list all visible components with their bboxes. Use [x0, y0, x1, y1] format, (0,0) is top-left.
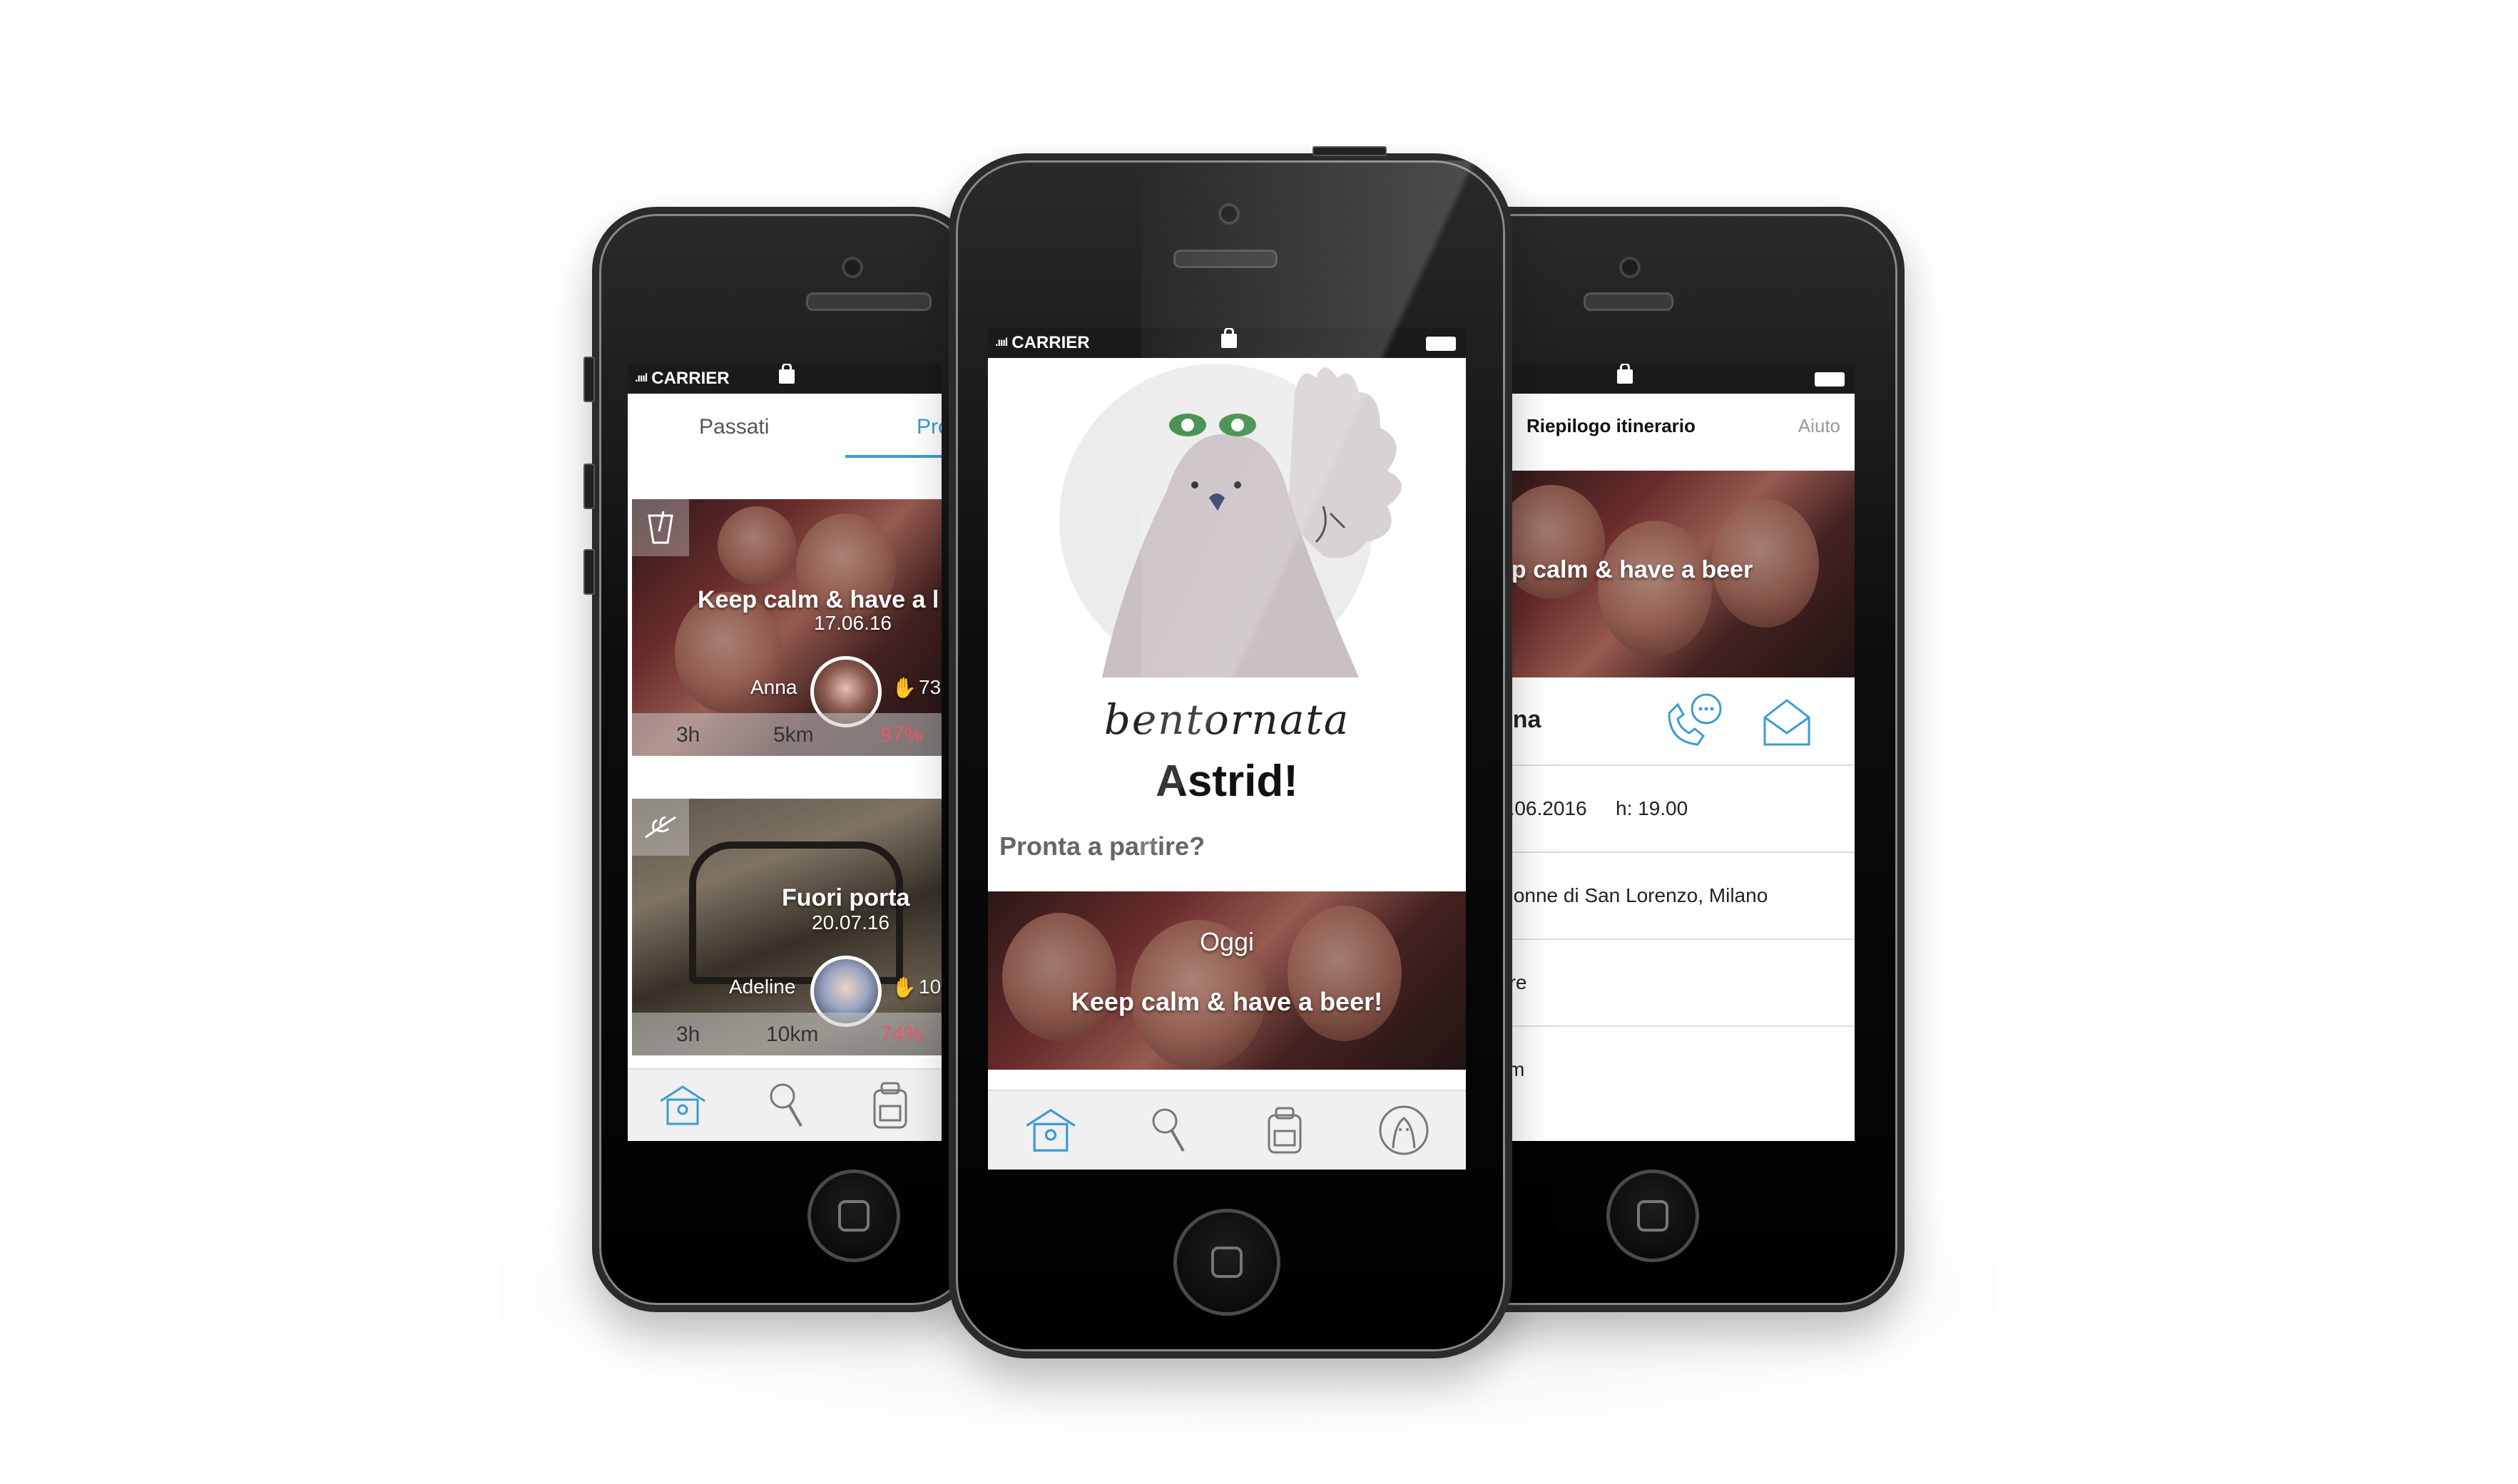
- help-link[interactable]: Aiuto: [1798, 415, 1840, 437]
- tab-label: Pro: [917, 415, 942, 439]
- prompt-text: Pronta a partire?: [999, 831, 1206, 861]
- trip-stats: 3h 10km 74%: [632, 1013, 942, 1055]
- signal-icon: .ıııl: [635, 372, 648, 384]
- trip-title: Fuori porta: [782, 884, 910, 911]
- host-name: Anna: [750, 676, 797, 698]
- tab-bar: [988, 1090, 1466, 1170]
- tab-label: Passati: [699, 415, 770, 439]
- center-screen: .ıııl CARRIER bentornata Astrid! Pronta …: [988, 328, 1466, 1170]
- today-trip-card[interactable]: Oggi Keep calm & have a beer!: [988, 891, 1466, 1070]
- trip-hero: ep calm & have a beer: [1498, 471, 1855, 677]
- front-camera: [842, 257, 863, 278]
- power-button: [1312, 146, 1387, 156]
- right-screen: Riepilogo itinerario Aiuto ep calm & hav…: [1498, 364, 1855, 1141]
- trip-title: ep calm & have a beer: [1498, 556, 1753, 583]
- mail-icon[interactable]: [1762, 697, 1812, 747]
- backpack-icon: [873, 1082, 907, 1129]
- distance: 10km: [766, 1023, 819, 1046]
- search-tab[interactable]: [767, 1080, 810, 1130]
- tab-bar: [628, 1068, 942, 1141]
- home-tab[interactable]: [658, 1084, 708, 1127]
- leaf-icon: [632, 799, 689, 856]
- date-row: 3.06.2016 h: 19.00: [1498, 764, 1855, 853]
- phone-chat-icon[interactable]: [1662, 692, 1726, 749]
- birdhouse-icon: [1026, 1108, 1076, 1152]
- signal-icon: .ıııl: [995, 337, 1008, 349]
- likes-count: 100: [919, 976, 942, 998]
- duration: 3h: [676, 723, 700, 747]
- distance: 5km: [773, 723, 814, 747]
- home-button[interactable]: [807, 1170, 900, 1262]
- front-camera: [1218, 203, 1240, 225]
- volume-button: [583, 464, 595, 509]
- page-title: Riepilogo itinerario: [1526, 415, 1696, 436]
- earpiece-speaker: [1173, 250, 1278, 268]
- tab-passati[interactable]: Passati: [628, 394, 835, 458]
- battery-icon: [1815, 372, 1845, 387]
- lock-icon: [779, 364, 795, 384]
- search-tab[interactable]: [1149, 1104, 1192, 1157]
- status-bar: .ıııl CARRIER: [628, 364, 942, 394]
- greeting-script: bentornata: [1103, 695, 1350, 744]
- today-title: Keep calm & have a beer!: [1071, 987, 1383, 1016]
- trip-date: 17.06.16: [814, 612, 892, 634]
- battery-icon: [1426, 337, 1456, 351]
- meeting-place: olonne di San Lorenzo, Milano: [1498, 884, 1768, 906]
- duration: 3h: [676, 1023, 700, 1046]
- home-button[interactable]: [1173, 1209, 1280, 1316]
- today-label: Oggi: [1199, 927, 1255, 956]
- search-icon: [770, 1083, 802, 1127]
- home-button[interactable]: [1606, 1170, 1699, 1262]
- earpiece-speaker: [806, 292, 932, 311]
- trip-title: Keep calm & have a l: [698, 586, 939, 613]
- backpack-tab[interactable]: [869, 1080, 912, 1130]
- host-row: nna: [1498, 677, 1855, 766]
- center-phone: .ıııl CARRIER bentornata Astrid! Pronta …: [949, 146, 1512, 1358]
- lock-icon: [1617, 364, 1633, 384]
- like-icon: ✋: [892, 677, 917, 699]
- trip-date: 20.07.16: [812, 911, 890, 933]
- match-percent: 97%: [880, 723, 924, 747]
- trip-time: h: 19.00: [1616, 797, 1688, 819]
- volume-button: [583, 549, 595, 595]
- front-camera: [1619, 257, 1641, 278]
- drink-icon: [632, 499, 689, 556]
- like-icon: ✋: [892, 976, 917, 998]
- duration-row: ore: [1498, 938, 1855, 1027]
- birdhouse-icon: [659, 1085, 705, 1125]
- pigeon-profile-icon: [1379, 1105, 1429, 1155]
- home-tab[interactable]: [1024, 1107, 1078, 1154]
- profile-tab[interactable]: [1377, 1104, 1430, 1157]
- match-percent: 74%: [880, 1023, 924, 1046]
- trip-card[interactable]: Fuori porta 20.07.16 Adeline ✋ 100 3h 10…: [632, 799, 942, 1055]
- tab-prossimi[interactable]: Pro: [845, 394, 942, 458]
- host-name: Adeline: [729, 976, 796, 998]
- distance-row: km: [1498, 1025, 1855, 1112]
- trip-card[interactable]: Keep calm & have a l 17.06.16 Anna ✋ 73 …: [632, 499, 942, 756]
- earpiece-speaker: [1584, 292, 1673, 311]
- volume-button: [583, 357, 595, 402]
- user-name: Astrid!: [1156, 757, 1298, 806]
- place-row: olonne di San Lorenzo, Milano: [1498, 851, 1855, 940]
- status-bar: [1498, 364, 1855, 394]
- search-icon: [1152, 1108, 1185, 1152]
- backpack-tab[interactable]: [1263, 1104, 1306, 1157]
- trip-stats: 3h 5km 97%: [632, 713, 942, 756]
- left-phone: .ıııl CARRIER Passati Pro Keep calm & ha…: [583, 207, 977, 1312]
- pigeon-illustration: [1059, 364, 1402, 677]
- left-screen: .ıııl CARRIER Passati Pro Keep calm & ha…: [628, 364, 942, 1141]
- lock-icon: [1221, 328, 1237, 348]
- header: Riepilogo itinerario Aiuto: [1498, 394, 1855, 458]
- likes-count: 73: [919, 676, 942, 698]
- backpack-icon: [1268, 1107, 1302, 1154]
- carrier-label: CARRIER: [651, 369, 730, 388]
